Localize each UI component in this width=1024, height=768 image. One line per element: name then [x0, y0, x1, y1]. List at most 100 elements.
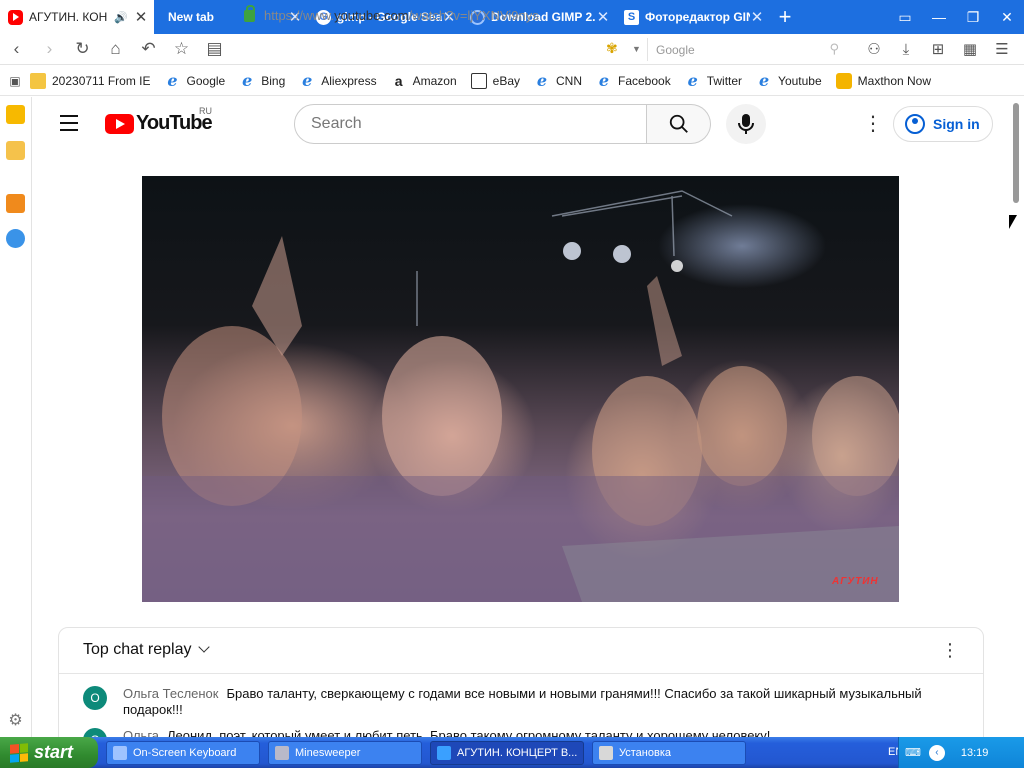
chat-text: Браво таланту, сверкающему с годами все … [123, 686, 922, 717]
bookmark-aliexpress[interactable]: e Aliexpress [299, 70, 376, 90]
bookmark-cnn[interactable]: e CNN [534, 72, 582, 89]
concert-crowd-image [142, 190, 899, 602]
video-player[interactable]: АГУТИН [142, 176, 899, 602]
bookmark-bing[interactable]: e Bing [239, 72, 286, 89]
search-icon [669, 114, 688, 133]
bookmark-google[interactable]: e Google [165, 72, 226, 89]
youtube-search-button[interactable] [647, 104, 711, 144]
window-controls: ▭ — ❐ ✕ [888, 0, 1024, 34]
speaker-icon[interactable]: 🔊 [114, 11, 128, 24]
rss-icon[interactable] [6, 194, 25, 213]
tab-label: АГУТИН. КОН [29, 10, 108, 24]
chat-mode-dropdown[interactable]: Top chat replay [83, 641, 210, 659]
bookmarks-bar: ▣ 20230711 From IE e Google e Bing e Aliexp… [0, 66, 1024, 96]
extensions-icon[interactable]: ⊞ [922, 34, 954, 64]
apps-grid-icon[interactable]: ▦ [954, 34, 986, 64]
chat-options-icon[interactable]: ⋮ [941, 640, 959, 661]
ebay-icon [470, 72, 487, 89]
browser-search-placeholder: Google [656, 43, 695, 57]
tab-list-icon[interactable]: ▭ [888, 0, 922, 34]
new-tab-button[interactable]: + [770, 0, 800, 34]
bookmark-ebay[interactable]: eBay [470, 72, 520, 89]
tab-agutin[interactable]: АГУТИН. КОН 🔊 ✕ [0, 0, 154, 34]
tab-label: Фоторедактор GIN [645, 10, 750, 24]
notes-icon[interactable] [6, 141, 25, 160]
bookmark-label: Twitter [706, 73, 743, 88]
minimize-icon[interactable]: — [922, 0, 956, 34]
bookmark-label: Bing [261, 73, 286, 88]
task-browser[interactable]: АГУТИН. КОНЦЕРТ В... [430, 740, 584, 765]
bookmark-youtube[interactable]: e Youtube [756, 70, 822, 90]
bookmark-label: CNN [556, 73, 582, 88]
lock-icon [244, 4, 255, 22]
account-icon [905, 114, 925, 134]
bookmark-twitter[interactable]: e Twitter [685, 72, 743, 89]
reload-icon[interactable]: ↻ [66, 34, 99, 64]
hamburger-menu-icon[interactable] [60, 115, 78, 131]
forward-icon[interactable]: › [33, 34, 66, 64]
installer-icon [599, 745, 613, 760]
search-engine-dropdown-icon[interactable]: ▼ [632, 44, 641, 54]
ie-icon: e [758, 70, 770, 90]
chat-author[interactable]: Ольга Тесленок [123, 686, 218, 701]
region-code: RU [199, 106, 212, 116]
video-watermark: АГУТИН [832, 576, 879, 587]
browser-sidebar: ⚙ [0, 97, 32, 737]
sign-in-label: Sign in [933, 116, 980, 132]
start-button[interactable]: start [0, 737, 98, 768]
folder-icon [30, 72, 46, 89]
windows-logo-icon [10, 742, 28, 763]
back-icon[interactable]: ‹ [0, 34, 33, 64]
bookmark-amazon[interactable]: a Amazon [391, 73, 457, 89]
mouse-cursor-icon [1009, 215, 1017, 229]
favorites-icon[interactable] [6, 105, 25, 124]
chat-message: О Ольга Тесленок Браво таланту, сверкающе… [83, 686, 943, 718]
task-on-screen-keyboard[interactable]: On-Screen Keyboard [106, 740, 260, 765]
scrollbar-thumb[interactable] [1013, 103, 1019, 203]
page-scrollbar[interactable] [1008, 97, 1024, 737]
close-tab-icon[interactable]: ✕ [134, 8, 148, 26]
task-label: Minesweeper [295, 746, 361, 759]
youtube-search-input[interactable]: Search [294, 104, 647, 144]
browser-search-input[interactable]: Google ⚲ [647, 38, 847, 61]
ie-icon: e [302, 70, 313, 90]
translate-icon[interactable]: ⚇ [858, 34, 890, 64]
youtube-play-icon [105, 113, 134, 134]
bookmark-folder[interactable]: 20230711 From IE [30, 72, 151, 89]
task-installer[interactable]: Установка [592, 740, 746, 765]
address-bar[interactable]: https://www. youtube.com/watch?v=ljYXNVi9… [244, 4, 644, 27]
task-minesweeper[interactable]: Minesweeper [268, 740, 422, 765]
settings-gear-icon[interactable]: ⚙ [6, 711, 25, 730]
mine-icon [275, 745, 289, 760]
reader-icon[interactable]: ▤ [198, 34, 231, 64]
home-icon[interactable]: ⌂ [99, 34, 132, 64]
task-label: Установка [619, 746, 671, 759]
close-window-icon[interactable]: ✕ [990, 0, 1024, 34]
bookmark-facebook[interactable]: e Facebook [596, 72, 671, 89]
maxthon-bee-icon[interactable]: ✾ [606, 40, 618, 57]
search-icon[interactable]: ⚲ [829, 41, 839, 57]
more-options-icon[interactable]: ⋮ [863, 111, 883, 137]
youtube-header: YouTube RU Search ⋮ Sign in [33, 97, 1008, 153]
keyboard-icon [113, 745, 127, 760]
bookmark-star-icon[interactable]: ☆ [165, 34, 198, 64]
undo-close-icon[interactable]: ↶ [132, 34, 165, 64]
voice-search-button[interactable] [726, 104, 766, 144]
download-icon[interactable]: ⤓ [890, 34, 922, 64]
tray-expand-icon[interactable]: ‹ [928, 744, 945, 761]
bookmark-label: Amazon [412, 73, 457, 88]
youtube-logo[interactable]: YouTube RU [105, 106, 213, 135]
menu-icon[interactable]: ☰ [986, 34, 1018, 64]
restore-icon[interactable]: ❐ [956, 0, 990, 34]
microphone-icon [738, 114, 754, 134]
close-tab-icon[interactable]: ✕ [750, 8, 764, 26]
avatar[interactable]: О [83, 686, 107, 710]
bookmark-label: Google [186, 73, 226, 88]
sign-in-button[interactable]: Sign in [893, 106, 993, 142]
bookmark-maxthon-now[interactable]: Maxthon Now [835, 72, 931, 89]
globe-icon[interactable] [6, 229, 25, 248]
sidebar-toggle-icon[interactable]: ▣ [0, 74, 30, 88]
maxthon-icon [437, 745, 451, 760]
keyboard-tray-icon[interactable]: ⌨ [905, 746, 921, 759]
bookmark-label: eBay [492, 73, 520, 88]
